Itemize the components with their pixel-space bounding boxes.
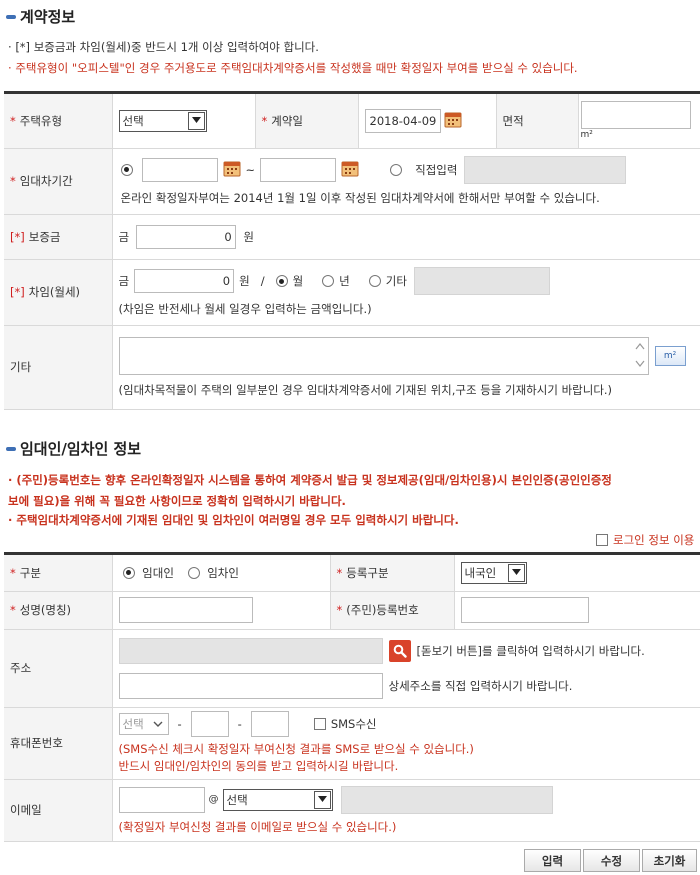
contract-note-2: · 주택유형이 "오피스텔"인 경우 주거용도로 주택임대차계약증서를 작성했을… xyxy=(8,61,578,75)
etc-hint: (임대차목적물이 주택의 일부분인 경우 임대차계약증서에 기재된 위치,구조 … xyxy=(118,382,613,397)
direct-input-radio[interactable] xyxy=(390,163,403,176)
name-input[interactable] xyxy=(118,597,253,623)
period-header: * 임대차기간 xyxy=(4,148,113,215)
deposit-header: [*] 보증금 xyxy=(4,214,113,260)
login-info-checkbox[interactable] xyxy=(596,534,608,546)
type-header: * 구분 xyxy=(4,555,113,592)
direct-input-field[interactable] xyxy=(464,155,627,184)
contract-date-input[interactable]: 2018-04-09 xyxy=(364,108,441,133)
chevron-down-icon xyxy=(507,563,525,582)
address-cell: [돋보기 버튼]를 클릭하여 입력하시기 바랍니다. 상세주소를 직접 입력하시… xyxy=(112,629,700,708)
phone-header: 휴대폰번호 xyxy=(4,707,113,780)
rent-header: [*] 차임(월세) xyxy=(4,259,113,326)
party-section-title: 임대인/임차인 정보 xyxy=(6,438,141,459)
period-separator: ~ xyxy=(245,162,256,177)
scroll-up-icon[interactable] xyxy=(634,340,646,354)
party-note-1: · (주민)등록번호는 향후 온라인확정일자 시스템을 통하여 계약증서 발급 … xyxy=(8,473,612,508)
phone-prefix-select[interactable]: 선택 xyxy=(118,713,169,735)
rent-hint: (차임은 반전세나 월세 일경우 입력하는 금액입니다.) xyxy=(118,302,372,316)
login-info-option[interactable]: 로그인 정보 이용 xyxy=(596,532,694,548)
calendar-icon[interactable] xyxy=(341,159,359,180)
id-header: * (주민)등록번호 xyxy=(329,591,455,630)
chevron-down-icon xyxy=(187,111,205,130)
period-hint: 온라인 확정일자부여는 2014년 1월 1일 이후 작성된 임대차계약서에 한… xyxy=(120,190,600,205)
rent-other-radio[interactable] xyxy=(368,275,381,287)
scroll-down-icon[interactable] xyxy=(634,358,646,372)
area-input[interactable] xyxy=(580,101,691,129)
chevron-down-icon xyxy=(313,790,331,809)
period-start-input[interactable] xyxy=(141,157,218,182)
lessor-radio[interactable] xyxy=(122,566,135,579)
rent-input[interactable]: 0 xyxy=(134,269,235,293)
etc-cell: m² (임대차목적물이 주택의 일부분인 경우 임대차계약증서에 기재된 위치,… xyxy=(112,325,700,410)
address-header: 주소 xyxy=(4,629,113,708)
phone-middle-input[interactable] xyxy=(190,711,229,737)
party-note-2: · 주택임대차계약증서에 기재된 임대인 및 임차인이 여러명일 경우 모두 입… xyxy=(8,513,459,527)
contract-date-cell: 2018-04-09 xyxy=(358,94,496,149)
reg-type-header: * 등록구분 xyxy=(329,555,455,592)
sms-hint: (SMS수신 체크시 확정일자 부여신청 결과를 SMS로 받으실 수 있습니다… xyxy=(118,742,474,773)
direct-input-label: 직접입력 xyxy=(415,162,458,177)
reg-type-cell: 내국인 xyxy=(454,555,700,592)
lookup-hint: [돋보기 버튼]를 클릭하여 입력하시기 바랍니다. xyxy=(416,643,645,658)
email-hint: (확정일자 부여신청 결과를 이메일로 받으실 수 있습니다.) xyxy=(118,819,397,834)
email-cell: @ 선택 (확정일자 부여신청 결과를 이메일로 받으실 수 있습니다.) xyxy=(112,779,700,842)
deposit-input[interactable]: 0 xyxy=(135,224,236,249)
section-bullet-icon xyxy=(6,14,16,19)
contract-note-1: · [*] 보증금과 차임(월세)중 반드시 1개 이상 입력하여야 합니다. xyxy=(8,40,319,54)
email-domain-select[interactable]: 선택 xyxy=(222,788,333,811)
area-cell: m² xyxy=(578,94,700,149)
lessee-radio[interactable] xyxy=(187,566,200,579)
section-bullet-icon xyxy=(6,446,16,451)
sms-checkbox[interactable] xyxy=(313,718,326,730)
search-icon[interactable] xyxy=(388,639,411,662)
chevron-down-icon xyxy=(149,715,167,733)
housing-type-select[interactable]: 선택 xyxy=(118,109,207,132)
period-end-input[interactable] xyxy=(260,157,337,182)
input-button[interactable]: 입력 xyxy=(524,849,581,872)
calendar-icon[interactable] xyxy=(223,159,241,180)
deposit-cell: 금 0 원 xyxy=(112,214,700,260)
name-cell xyxy=(112,591,330,630)
phone-last-input[interactable] xyxy=(250,711,289,737)
contract-section-title: 계약정보 xyxy=(6,6,75,27)
id-input[interactable] xyxy=(460,597,589,623)
detail-hint: 상세주소를 직접 입력하시기 바랍니다. xyxy=(388,678,573,693)
housing-type-header: * 주택유형 xyxy=(4,94,113,149)
phone-cell: 선택 - - SMS수신 (SMS수신 체크시 확정일자 부여신청 결과를 SM… xyxy=(112,707,700,780)
email-domain-input[interactable] xyxy=(340,785,553,814)
type-cell: 임대인 임차인 xyxy=(112,555,330,592)
area-header: 면적 xyxy=(495,94,579,149)
rent-cell: 금 0 원 / 월 년 기타 (차임은 반전세나 월세 일경우 입력하는 금액입… xyxy=(112,259,700,326)
contract-date-header: * 계약일 xyxy=(254,94,359,149)
rent-yearly-radio[interactable] xyxy=(322,275,335,287)
contract-table: * 주택유형 선택 * 계약일 2018-04-09 면적 m² * 임대차기간 ~ xyxy=(4,94,700,410)
name-header: * 성명(명칭) xyxy=(4,591,113,630)
etc-textarea[interactable] xyxy=(118,336,649,375)
email-header: 이메일 xyxy=(4,779,113,842)
period-cell: ~ 직접입력 온라인 확정일자부여는 2014년 1월 1일 이후 작성된 임대… xyxy=(112,148,700,215)
housing-type-cell: 선택 xyxy=(112,94,255,149)
address-detail-input[interactable] xyxy=(118,672,383,699)
rent-other-input[interactable] xyxy=(413,267,550,295)
id-cell xyxy=(454,591,700,630)
email-id-input[interactable] xyxy=(118,786,205,813)
area-unit: m² xyxy=(580,130,593,140)
reset-button[interactable]: 초기화 xyxy=(642,849,697,872)
etc-header: 기타 xyxy=(4,325,113,410)
address-input[interactable] xyxy=(118,637,383,664)
reg-type-select[interactable]: 내국인 xyxy=(460,561,527,584)
calendar-icon[interactable] xyxy=(444,110,462,131)
period-calendar-radio[interactable] xyxy=(120,163,133,176)
m2-button[interactable]: m² xyxy=(654,345,686,366)
edit-button[interactable]: 수정 xyxy=(583,849,640,872)
party-table: * 구분 임대인 임차인 * 등록구분 내국인 * 성명(명칭) * (주민)등록번호 … xyxy=(4,555,700,842)
rent-monthly-radio[interactable] xyxy=(275,275,288,287)
